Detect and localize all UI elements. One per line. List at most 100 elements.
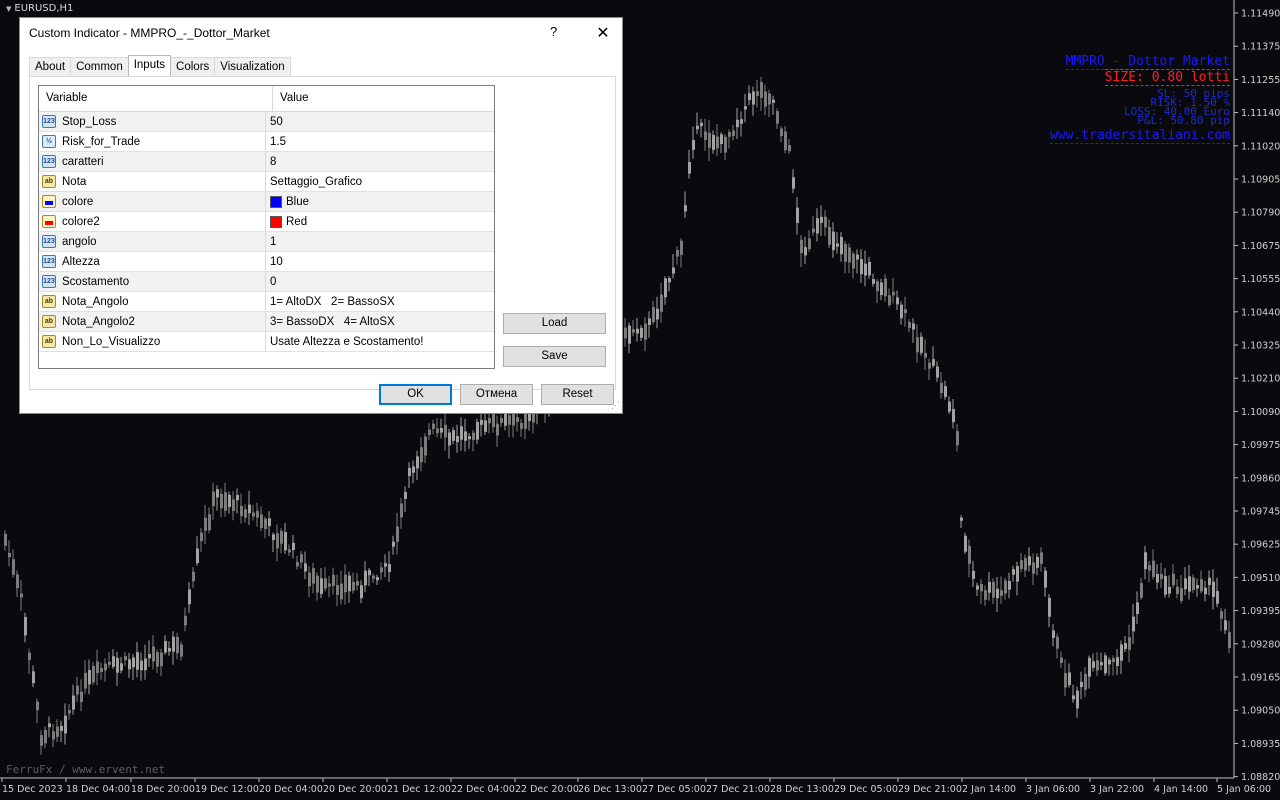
candle-body [120, 663, 123, 671]
param-row[interactable]: ab Nota_Angolo 1= AltoDX 2= BassoSX [39, 292, 494, 312]
candle-body [1000, 590, 1003, 596]
time-label: 22 Dec 04:00 [451, 784, 515, 795]
price-label: 1.11490 [1241, 9, 1280, 20]
candle-body [1192, 577, 1195, 590]
time-label: 20 Dec 20:00 [323, 784, 387, 795]
candle-body [132, 657, 135, 668]
param-row[interactable]: 123 Altezza 10 [39, 252, 494, 272]
param-value-cell[interactable]: Settaggio_Grafico [266, 176, 362, 188]
overlay-site-link[interactable]: www.tradersitaliani.com [1049, 128, 1230, 144]
tab-visualization[interactable]: Visualization [214, 57, 291, 76]
candle-body [252, 512, 255, 517]
candle-body [168, 647, 171, 652]
candle-body [32, 671, 35, 684]
price-label: 1.08935 [1241, 739, 1280, 750]
param-name-cell: ab Nota_Angolo2 [39, 312, 266, 331]
param-value-cell[interactable]: 0 [266, 276, 276, 288]
param-value-cell[interactable]: 10 [266, 256, 283, 268]
load-button[interactable]: Load [503, 313, 606, 334]
candle-body [36, 701, 39, 711]
candle-body [472, 432, 475, 440]
candle-body [4, 533, 7, 546]
param-value-cell[interactable]: Usate Altezza e Scostamento! [266, 336, 423, 348]
column-header-value[interactable]: Value [273, 86, 309, 111]
candle-body [84, 672, 87, 689]
double-icon: ½ [42, 135, 56, 148]
param-row[interactable]: 123 Scostamento 0 [39, 272, 494, 292]
time-label: 29 Dec 05:00 [834, 784, 898, 795]
candle-body [752, 91, 755, 105]
param-value: Usate Altezza e Scostamento! [270, 335, 424, 348]
candle-body [364, 570, 367, 586]
param-row[interactable]: colore Blue [39, 192, 494, 212]
param-value-cell[interactable]: 50 [266, 116, 283, 128]
param-value-cell[interactable]: 3= BassoDX 4= AltoSX [266, 316, 395, 328]
overlay-pl: P&L: 50.80 pip [1137, 114, 1230, 127]
candle-body [1128, 637, 1131, 650]
param-value-cell[interactable]: 8 [266, 156, 276, 168]
time-label: 18 Dec 04:00 [66, 784, 130, 795]
candle-body [1120, 644, 1123, 661]
param-value: 1 [270, 235, 277, 248]
candle-body [712, 134, 715, 150]
candle-body [116, 657, 119, 673]
param-value-cell[interactable]: Red [266, 215, 307, 228]
tab-colors[interactable]: Colors [170, 57, 216, 76]
candle-body [260, 514, 263, 528]
time-label: 5 Jan 06:00 [1217, 784, 1271, 795]
ok-button[interactable]: OK [379, 384, 452, 405]
candle-body [400, 503, 403, 518]
candle-body [192, 571, 195, 582]
param-value: Settaggio_Grafico [270, 175, 363, 188]
param-row[interactable]: 123 Stop_Loss 50 [39, 112, 494, 132]
column-header-variable[interactable]: Variable [39, 86, 273, 111]
param-row[interactable]: 123 caratteri 8 [39, 152, 494, 172]
price-label: 1.09975 [1241, 440, 1280, 451]
param-value: 8 [270, 155, 277, 168]
param-value-cell[interactable]: Blue [266, 195, 309, 208]
candle-body [1208, 577, 1211, 586]
candle-body [456, 436, 459, 443]
param-row[interactable]: ½ Risk_for_Trade 1.5 [39, 132, 494, 152]
tab-about[interactable]: About [29, 57, 72, 76]
param-row[interactable]: ab Nota Settaggio_Grafico [39, 172, 494, 192]
candle-body [388, 564, 391, 572]
candle-body [1160, 574, 1163, 580]
candle-body [52, 731, 55, 740]
candle-body [1016, 566, 1019, 582]
candle-body [728, 132, 731, 137]
param-row[interactable]: colore2 Red [39, 212, 494, 232]
param-value-cell[interactable]: 1.5 [266, 136, 286, 148]
param-value: 0 [270, 275, 277, 288]
save-button[interactable]: Save [503, 346, 606, 367]
param-name: Risk_for_Trade [62, 135, 141, 148]
cancel-button[interactable]: Отмена [460, 384, 533, 405]
price-label: 1.09280 [1241, 639, 1280, 650]
param-row[interactable]: ab Non_Lo_Visualizzo Usate Altezza e Scost… [39, 332, 494, 352]
close-icon[interactable]: ✕ [592, 23, 614, 43]
candle-body [660, 294, 663, 312]
param-row[interactable]: ab Nota_Angolo2 3= BassoDX 4= AltoSX [39, 312, 494, 332]
candle-body [1012, 569, 1015, 575]
chart-menu-triangle-icon[interactable]: ▼ [6, 5, 11, 13]
price-label: 1.11020 [1241, 141, 1280, 152]
price-label: 1.09625 [1241, 540, 1280, 551]
tab-inputs[interactable]: Inputs [127, 55, 172, 76]
reset-button[interactable]: Reset [541, 384, 614, 405]
candle-body [492, 414, 495, 427]
param-value-cell[interactable]: 1= AltoDX 2= BassoSX [266, 296, 395, 308]
candle-body [1112, 658, 1115, 662]
help-icon[interactable]: ? [550, 24, 557, 39]
candle-body [684, 205, 687, 212]
param-name: colore [62, 195, 94, 208]
param-value-cell[interactable]: 1 [266, 236, 276, 248]
param-row[interactable]: 123 angolo 1 [39, 232, 494, 252]
candle-body [1140, 583, 1143, 598]
candle-body [16, 574, 19, 589]
tab-common[interactable]: Common [70, 57, 129, 76]
resize-grip-icon[interactable]: ⋰ [611, 400, 620, 411]
candle-body [320, 578, 323, 594]
candle-body [772, 99, 775, 103]
candle-body [428, 429, 431, 435]
candle-body [800, 239, 803, 254]
